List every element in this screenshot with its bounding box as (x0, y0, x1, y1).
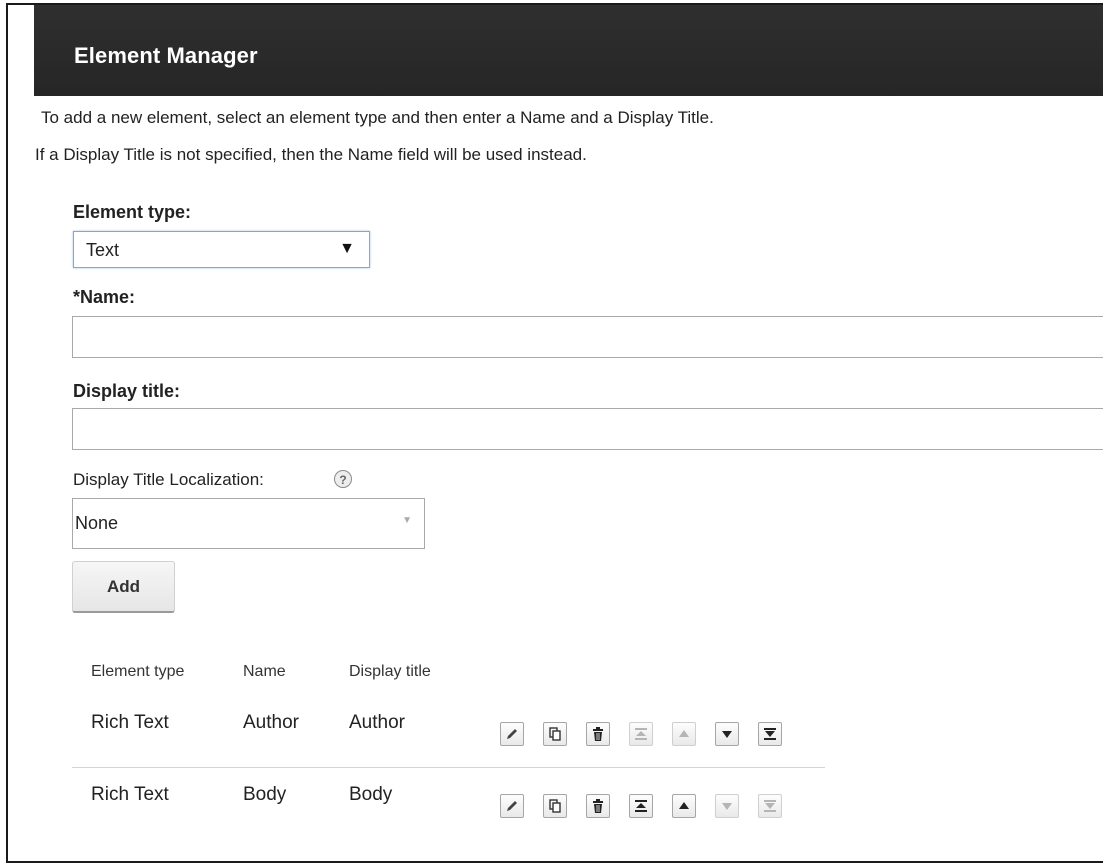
row-1-name: Author (243, 712, 299, 733)
help-icon[interactable]: ? (334, 470, 352, 488)
copy-button[interactable] (543, 794, 567, 818)
row-1-display-title: Author (349, 712, 405, 733)
instruction-line-2: If a Display Title is not specified, the… (35, 145, 587, 164)
page-title: Element Manager (74, 43, 258, 68)
name-input[interactable] (72, 316, 1103, 358)
column-header-name: Name (243, 663, 286, 680)
move-down-icon (722, 731, 732, 738)
pencil-icon (507, 729, 517, 739)
move-up-button[interactable] (672, 794, 696, 818)
row-2-element-type: Rich Text (91, 784, 169, 805)
move-down-icon (722, 803, 732, 810)
dropdown-arrow-icon: ▼ (402, 515, 412, 526)
move-to-bottom-icon (764, 728, 776, 740)
row-1-element-type: Rich Text (91, 712, 169, 733)
add-button[interactable]: Add (72, 561, 175, 613)
copy-icon (549, 727, 561, 741)
trash-icon (593, 727, 603, 741)
row-divider (72, 767, 825, 768)
row-2-name: Body (243, 784, 287, 805)
move-up-icon (679, 802, 689, 809)
move-to-top-button[interactable] (629, 794, 653, 818)
move-to-top-icon (635, 728, 647, 740)
move-down-button[interactable] (715, 794, 739, 818)
copy-button[interactable] (543, 722, 567, 746)
name-label: *Name: (73, 287, 136, 307)
dropdown-arrow-icon: ▼ (339, 240, 355, 257)
localization-label: Display Title Localization: (73, 470, 264, 489)
column-header-display-title: Display title (349, 663, 431, 680)
move-to-bottom-icon (764, 800, 776, 812)
column-header-element-type: Element type (91, 663, 185, 680)
move-to-bottom-button[interactable] (758, 794, 782, 818)
element-type-label: Element type: (73, 202, 192, 222)
move-up-button[interactable] (672, 722, 696, 746)
edit-button[interactable] (500, 794, 524, 818)
move-to-top-button[interactable] (629, 722, 653, 746)
row-2-display-title: Body (349, 784, 393, 805)
display-title-label: Display title: (73, 381, 181, 401)
localization-value: None (75, 513, 119, 533)
element-type-value: Text (86, 240, 120, 260)
display-title-input[interactable] (72, 408, 1103, 450)
edit-button[interactable] (500, 722, 524, 746)
move-to-bottom-button[interactable] (758, 722, 782, 746)
move-to-top-icon (635, 800, 647, 812)
trash-icon (593, 799, 603, 813)
header-bar: Element Manager (34, 5, 1103, 96)
pencil-icon (507, 801, 517, 811)
instruction-line-1: To add a new element, select an element … (41, 108, 714, 127)
delete-button[interactable] (586, 794, 610, 818)
localization-select[interactable]: None ▼ (72, 498, 425, 549)
move-down-button[interactable] (715, 722, 739, 746)
copy-icon (549, 799, 561, 813)
delete-button[interactable] (586, 722, 610, 746)
move-up-icon (679, 730, 689, 737)
element-type-select[interactable]: Text ▼ (73, 231, 370, 268)
